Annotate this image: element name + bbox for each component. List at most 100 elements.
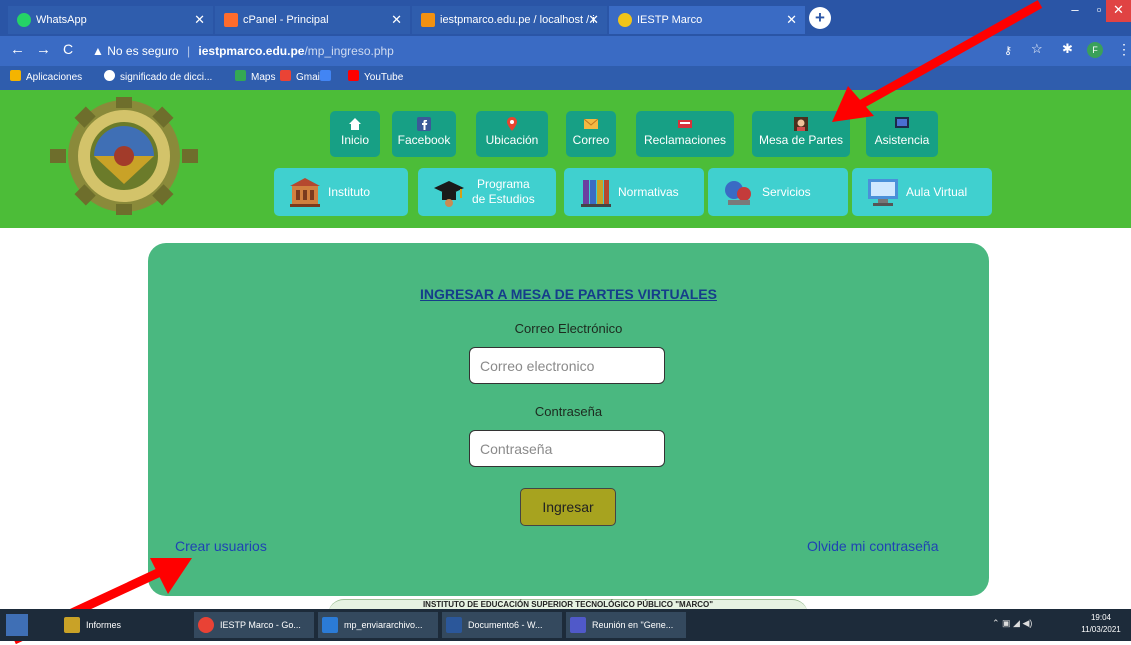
teams-icon [570, 617, 586, 633]
taskbar-clock[interactable]: 19:04 11/03/2021 [1076, 612, 1126, 636]
bookmark-dictionary[interactable]: significado de dicci... [104, 69, 212, 87]
nav-servicios-button[interactable]: Servicios [708, 168, 848, 216]
tab-cpanel[interactable]: cPanel - Principal ✕ [215, 6, 410, 34]
start-menu-icon[interactable] [6, 614, 28, 636]
nav-asistencia-button[interactable]: Asistencia [866, 111, 938, 157]
clock-date: 11/03/2021 [1081, 625, 1121, 634]
clock-time: 19:04 [1090, 613, 1112, 622]
nav-programa-de-estudios-button[interactable]: Programa de Estudios [418, 168, 556, 216]
nav-correo-button[interactable]: Correo [566, 111, 616, 157]
bookmark-translate[interactable] [320, 69, 336, 87]
close-tab-icon[interactable]: ✕ [391, 6, 402, 34]
nav-facebook-button[interactable]: Facebook [392, 111, 456, 157]
nav-label: Asistencia [874, 133, 930, 147]
maps-icon [235, 70, 246, 81]
create-users-link[interactable]: Crear usuarios [175, 538, 267, 554]
nav-label: Ubicación [485, 133, 539, 147]
close-tab-icon[interactable]: ✕ [194, 6, 205, 34]
nav-normativas-button[interactable]: Normativas [564, 168, 704, 216]
key-icon[interactable]: ⚷ [1004, 44, 1012, 57]
programa-label-line1: Programa [477, 177, 530, 191]
bookmark-gmail[interactable]: Gmail [280, 69, 322, 87]
tab-title: iestpmarco.edu.pe / localhost / i [440, 14, 595, 26]
youtube-icon [348, 70, 359, 81]
taskbar-item-informes[interactable]: Informes [60, 612, 180, 638]
graduation-cap-icon [434, 181, 464, 207]
close-tab-icon[interactable]: ✕ [786, 6, 797, 34]
word-icon [446, 617, 462, 633]
services-icon [725, 181, 751, 205]
taskbar-item-chrome[interactable]: IESTP Marco - Go... [194, 612, 314, 638]
section-label: Normativas [618, 185, 679, 199]
taskbar-item-word[interactable]: Documento6 - W... [442, 612, 562, 638]
reload-icon[interactable]: C [63, 41, 73, 57]
tab-whatsapp[interactable]: WhatsApp ✕ [8, 6, 213, 34]
nav-reclamaciones-button[interactable]: Reclamaciones [636, 111, 734, 157]
nav-label: Reclamaciones [643, 133, 727, 147]
extensions-icon[interactable]: ✱ [1062, 41, 1073, 57]
mail-icon [584, 118, 598, 129]
forgot-password-link[interactable]: Olvide mi contraseña [807, 538, 939, 554]
facebook-icon [417, 117, 431, 131]
url-input[interactable]: ▲ No es seguro | iestpmarco.edu.pe/mp_in… [92, 40, 972, 62]
password-field[interactable] [469, 430, 665, 467]
profile-avatar[interactable]: F [1087, 42, 1103, 58]
bookmark-label: Maps [251, 72, 276, 83]
security-label: No es seguro [107, 44, 179, 58]
phpmyadmin-icon [421, 13, 435, 27]
nav-label: Facebook [397, 133, 451, 147]
tab-iestp-marco[interactable]: IESTP Marco ✕ [609, 6, 805, 34]
taskbar-label: Informes [86, 620, 122, 630]
taskbar-label: Reunión en "Gene... [592, 620, 674, 630]
minimize-icon[interactable]: – [1062, 0, 1088, 22]
institute-logo [50, 97, 198, 215]
taskbar-item-vscode[interactable]: mp_enviararchivo... [318, 612, 438, 638]
bookmark-label: YouTube [364, 72, 404, 83]
nav-inicio-button[interactable]: Inicio [330, 111, 380, 157]
bookmark-youtube[interactable]: YouTube [348, 69, 403, 87]
nav-instituto-button[interactable]: Instituto [274, 168, 408, 216]
email-label: Correo Electrónico [514, 321, 623, 336]
footer-banner: INSTITUTO DE EDUCACIÓN SUPERIOR TECNOLÓG… [300, 596, 830, 609]
close-window-icon[interactable]: ✕ [1106, 0, 1131, 22]
tab-phpmyadmin[interactable]: iestpmarco.edu.pe / localhost / i ✕ [412, 6, 607, 34]
menu-dots-icon[interactable]: ⋮ [1117, 41, 1131, 58]
cpanel-icon [224, 13, 238, 27]
bookmark-apps[interactable]: Aplicaciones [10, 69, 82, 87]
star-icon[interactable]: ☆ [1031, 41, 1043, 57]
login-submit-button[interactable]: Ingresar [520, 488, 616, 526]
taskbar-label: Documento6 - W... [468, 620, 543, 630]
forward-arrow-icon[interactable]: → [36, 41, 51, 58]
attendance-screen-icon [895, 117, 909, 128]
vscode-icon [322, 617, 338, 633]
nav-label: Inicio [340, 133, 369, 147]
bookmark-label: Gmail [296, 72, 323, 83]
footer-text: INSTITUTO DE EDUCACIÓN SUPERIOR TECNOLÓG… [328, 599, 808, 609]
location-pin-icon [507, 117, 517, 131]
nav-label: Correo [572, 133, 610, 147]
programa-label: Programa de Estudios [472, 177, 535, 207]
email-field[interactable] [469, 347, 665, 384]
url-host: iestpmarco.edu.pe [198, 44, 305, 58]
bookmark-maps[interactable]: Maps [235, 69, 275, 87]
nav-mesa-de-partes-button[interactable]: Mesa de Partes [752, 111, 850, 157]
tab-title: WhatsApp [36, 14, 87, 26]
home-icon [349, 118, 361, 130]
gmail-icon [280, 70, 291, 81]
taskbar-label: mp_enviararchivo... [344, 620, 423, 630]
nav-label: Mesa de Partes [758, 133, 844, 147]
close-tab-icon[interactable]: ✕ [588, 6, 599, 34]
taskbar-item-teams[interactable]: Reunión en "Gene... [566, 612, 686, 638]
nav-ubicacion-button[interactable]: Ubicación [476, 111, 548, 157]
programa-label-line2: de Estudios [472, 192, 535, 206]
new-tab-button[interactable]: + [809, 7, 831, 29]
warning-icon: ▲ [92, 44, 104, 58]
system-tray[interactable]: ⌃ ▣ ◢ ◀) [992, 618, 1072, 629]
receptionist-icon [794, 117, 808, 131]
bookmark-label: Aplicaciones [26, 72, 83, 83]
back-arrow-icon[interactable]: ← [10, 41, 25, 58]
nav-aula-virtual-button[interactable]: Aula Virtual [852, 168, 992, 216]
building-icon [290, 178, 320, 207]
chrome-icon [198, 617, 214, 633]
site-favicon-icon [618, 13, 632, 27]
